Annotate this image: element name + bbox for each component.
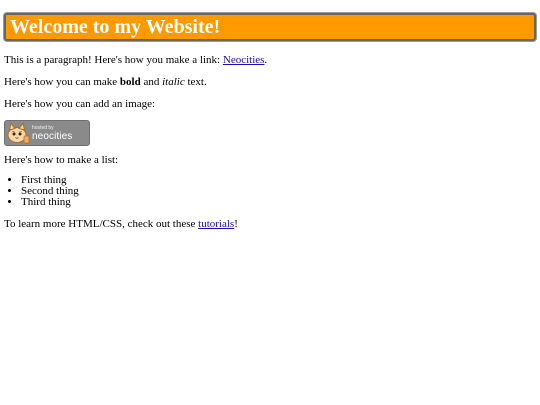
image-paragraph: Here's how you can add an image: — [4, 98, 156, 110]
tutorials-link[interactable]: tutorials — [198, 218, 234, 230]
format-paragraph: Here's how you can make bold and italic … — [4, 76, 536, 89]
neocities-cat-icon — [5, 121, 31, 145]
hosted-by-neocities-badge[interactable]: hosted by neocities — [4, 120, 90, 146]
badge-brand-label: neocities — [32, 130, 73, 142]
neocities-link[interactable]: Neocities — [223, 54, 265, 66]
link-paragraph-text: This is a paragraph! Here's how you make… — [4, 54, 223, 66]
format-paragraph-end: text. — [184, 76, 207, 88]
footer-paragraph-text: To learn more HTML/CSS, check out these — [4, 218, 199, 230]
italic-text: italic — [162, 76, 185, 88]
title-banner: Welcome to my Website! — [4, 13, 536, 41]
link-paragraph-period: . — [264, 54, 268, 66]
link-paragraph: This is a paragraph! Here's how you make… — [4, 54, 536, 67]
footer-paragraph: To learn more HTML/CSS, check out these … — [4, 218, 536, 231]
list-intro-paragraph: Here's how to make a list: — [4, 154, 119, 166]
page-title: Welcome to my Website! — [10, 16, 221, 38]
bold-text: bold — [119, 76, 141, 88]
bullet-list: First thing Second thing Third thing — [4, 175, 536, 208]
list-item: First thing — [21, 175, 536, 186]
badge-text: hosted by neocities — [32, 121, 72, 145]
format-paragraph-text: Here's how you can make — [4, 76, 120, 88]
list-item: Second thing — [21, 186, 536, 197]
list-item: Third thing — [21, 197, 536, 208]
format-paragraph-and: and — [140, 76, 163, 88]
footer-paragraph-end: ! — [234, 218, 238, 230]
page: Welcome to my Website! This is a paragra… — [0, 13, 540, 231]
